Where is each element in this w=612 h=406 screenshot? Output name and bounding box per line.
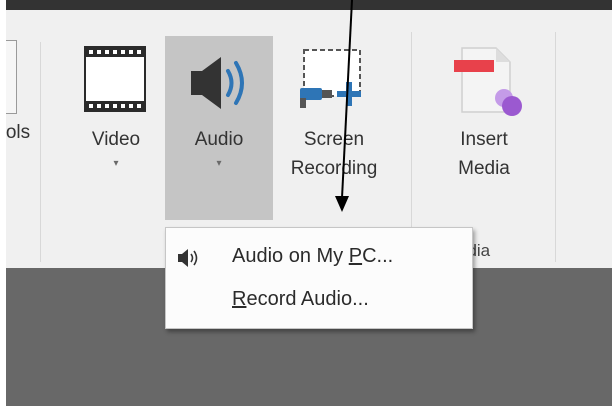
annotation-arrow <box>335 0 353 212</box>
